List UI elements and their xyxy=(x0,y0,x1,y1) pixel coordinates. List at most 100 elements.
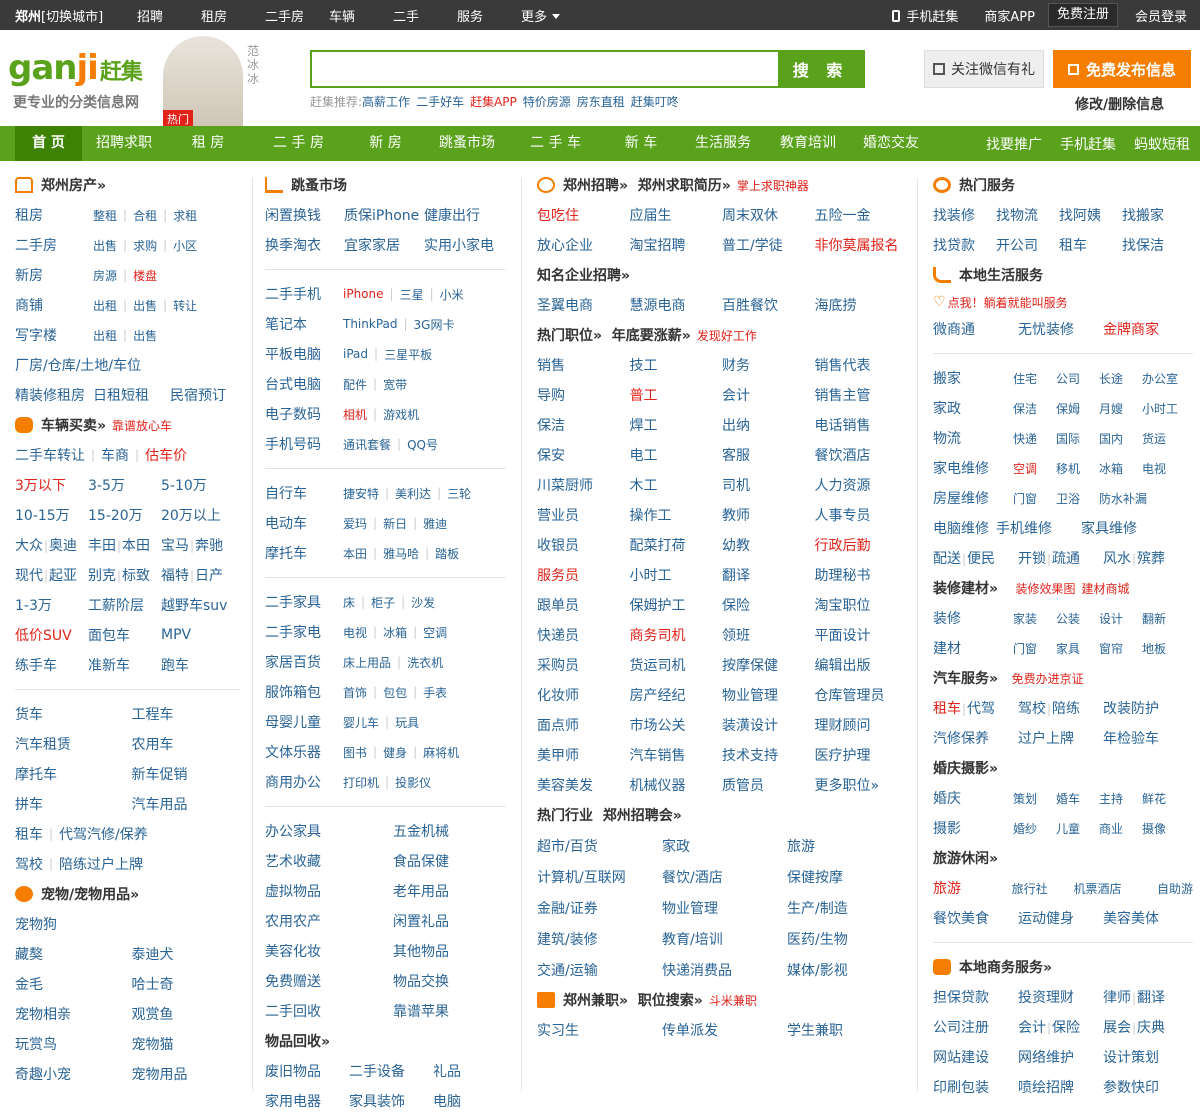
category-link[interactable]: 商铺 xyxy=(15,295,93,315)
category-link[interactable]: 家装 xyxy=(1013,610,1056,627)
category-link[interactable]: 转让 xyxy=(173,297,197,314)
category-link[interactable]: 越野车suv xyxy=(161,595,236,615)
category-link[interactable]: 求购 xyxy=(133,237,157,254)
category-link[interactable]: 15-20万 xyxy=(88,505,161,525)
category-link[interactable]: 保姆护工 xyxy=(630,595,723,615)
category-link[interactable]: 配送 xyxy=(933,551,961,567)
category-link[interactable]: 汽车用品 xyxy=(131,794,240,814)
category-link[interactable]: 三星 xyxy=(400,286,424,303)
category-link[interactable]: 文体乐器 xyxy=(265,742,343,762)
category-link[interactable]: 淘宝职位 xyxy=(815,595,908,615)
category-link[interactable]: 自行车 xyxy=(265,483,343,503)
category-link[interactable]: 旅游 xyxy=(787,836,907,856)
job-search-link[interactable]: 职位搜索» xyxy=(628,990,703,1010)
category-link[interactable]: 车商 xyxy=(101,445,129,465)
category-link[interactable]: 无忧装修 xyxy=(1018,319,1103,339)
category-link[interactable]: 超市/百货 xyxy=(537,836,662,856)
category-link[interactable]: 办公家具 xyxy=(265,821,393,841)
category-link[interactable]: 虚拟物品 xyxy=(265,881,393,901)
merchant-app-link[interactable]: 商家APP xyxy=(971,6,1048,25)
section-heading[interactable]: 旅游休闲» xyxy=(933,848,998,868)
category-link[interactable]: 技术支持 xyxy=(722,745,815,765)
category-link[interactable]: 配件 xyxy=(343,376,367,393)
top-nav-item[interactable]: 租房 xyxy=(201,6,265,25)
category-link[interactable]: 技工 xyxy=(630,355,723,375)
top-nav-item[interactable]: 更多 xyxy=(521,6,585,25)
category-link[interactable]: 雅马哈 xyxy=(383,545,419,562)
category-link[interactable]: 老年用品 xyxy=(393,881,503,901)
category-link[interactable]: 过户上牌 xyxy=(1018,728,1103,748)
category-link[interactable]: 商用办公 xyxy=(265,772,343,792)
top-nav-item[interactable]: 二手房 xyxy=(265,6,329,25)
category-link[interactable]: 网络维护 xyxy=(1018,1047,1103,1067)
category-link[interactable]: 宝马 xyxy=(161,538,189,554)
category-link[interactable]: 宜家家居 xyxy=(344,235,424,255)
deco-tag[interactable]: 建材商城 xyxy=(1082,580,1130,597)
category-link[interactable]: 保洁 xyxy=(1013,400,1056,417)
category-link[interactable]: 起亚 xyxy=(49,568,77,584)
category-link[interactable]: 办公室 xyxy=(1142,370,1178,387)
category-link[interactable]: 新日 xyxy=(383,515,407,532)
category-link[interactable]: 闲置礼品 xyxy=(393,911,503,931)
category-link[interactable]: 三星平板 xyxy=(384,346,432,363)
category-link[interactable]: 整租 xyxy=(93,207,117,224)
category-link[interactable]: 3-5万 xyxy=(88,475,161,495)
category-link[interactable]: 二手设备 xyxy=(349,1061,433,1081)
rec-link[interactable]: 赶集APP xyxy=(470,95,517,109)
category-link[interactable]: 五金机械 xyxy=(393,821,503,841)
category-link[interactable]: 装修 xyxy=(933,608,1013,628)
category-link[interactable]: 宠物狗 xyxy=(15,914,133,934)
category-link[interactable]: 家用电器 xyxy=(265,1091,349,1111)
category-link[interactable]: 放心企业 xyxy=(537,235,630,255)
category-link[interactable]: 搬家 xyxy=(933,368,1013,388)
category-link[interactable]: 川菜厨师 xyxy=(537,475,630,495)
category-link[interactable]: 喷绘招牌 xyxy=(1018,1077,1103,1097)
category-link[interactable]: 质管员 xyxy=(722,775,815,795)
category-link[interactable]: 低价SUV xyxy=(15,625,88,645)
job-resume-link[interactable]: 郑州求职简历» xyxy=(628,175,731,195)
category-link[interactable]: 年检验车 xyxy=(1103,728,1193,748)
category-link[interactable]: 媒体/影视 xyxy=(787,960,907,980)
category-link[interactable]: 摩托车 xyxy=(265,543,343,563)
category-link[interactable]: 保险 xyxy=(1052,1020,1080,1036)
category-link[interactable]: 财务 xyxy=(722,355,815,375)
category-link[interactable]: 领班 xyxy=(722,625,815,645)
category-link[interactable]: 母婴儿童 xyxy=(265,712,343,732)
category-link[interactable]: 生产/制造 xyxy=(787,898,907,918)
category-link[interactable]: 摄像 xyxy=(1142,820,1166,837)
category-link[interactable]: 5-10万 xyxy=(161,475,236,495)
category-link[interactable]: 出租 xyxy=(93,327,117,344)
main-nav-item[interactable]: 新 房 xyxy=(347,126,424,161)
category-link[interactable]: 二手家电 xyxy=(265,622,343,642)
category-link[interactable]: 出租 xyxy=(93,297,117,314)
category-link[interactable]: 快递员 xyxy=(537,625,630,645)
category-link[interactable]: 小米 xyxy=(440,286,464,303)
category-link[interactable]: 家具维修 xyxy=(1081,518,1166,538)
category-link[interactable]: 爱玛 xyxy=(343,515,367,532)
category-link[interactable]: 商业 xyxy=(1099,820,1142,837)
category-link[interactable]: 住宅 xyxy=(1013,370,1056,387)
deco-tag[interactable]: 装修效果图 xyxy=(1004,580,1075,597)
category-link[interactable]: 奥迪 xyxy=(49,538,77,554)
category-link[interactable]: 公司 xyxy=(1056,370,1099,387)
category-link[interactable]: 地板 xyxy=(1142,640,1166,657)
category-link[interactable]: 物流 xyxy=(933,428,1013,448)
category-link[interactable]: 本田 xyxy=(343,545,367,562)
rec-link[interactable]: 二手好车 xyxy=(416,95,464,109)
category-link[interactable]: 求租 xyxy=(173,207,197,224)
category-link[interactable]: 出售 xyxy=(133,297,157,314)
category-link[interactable]: 普工/学徒 xyxy=(722,235,815,255)
switch-city-link[interactable]: [切换城市] xyxy=(41,6,103,25)
category-link[interactable]: 大众 xyxy=(15,538,43,554)
category-link[interactable]: 冰箱 xyxy=(383,624,407,641)
category-link[interactable]: 按摩保健 xyxy=(722,655,815,675)
category-link[interactable]: 找物流 xyxy=(996,205,1059,225)
category-link[interactable]: 教师 xyxy=(722,505,815,525)
category-link[interactable]: 主持 xyxy=(1099,790,1142,807)
category-link[interactable]: 餐饮酒店 xyxy=(815,445,908,465)
category-link[interactable]: 学生兼职 xyxy=(787,1020,907,1040)
category-link[interactable]: 厂房/仓库/土地/车位 xyxy=(15,355,141,375)
auto-tag[interactable]: 免费办进京证 xyxy=(1004,670,1084,687)
section-heading[interactable]: 本地生活服务 xyxy=(959,265,1043,285)
section-heading[interactable]: 跳蚤市场 xyxy=(291,175,347,195)
